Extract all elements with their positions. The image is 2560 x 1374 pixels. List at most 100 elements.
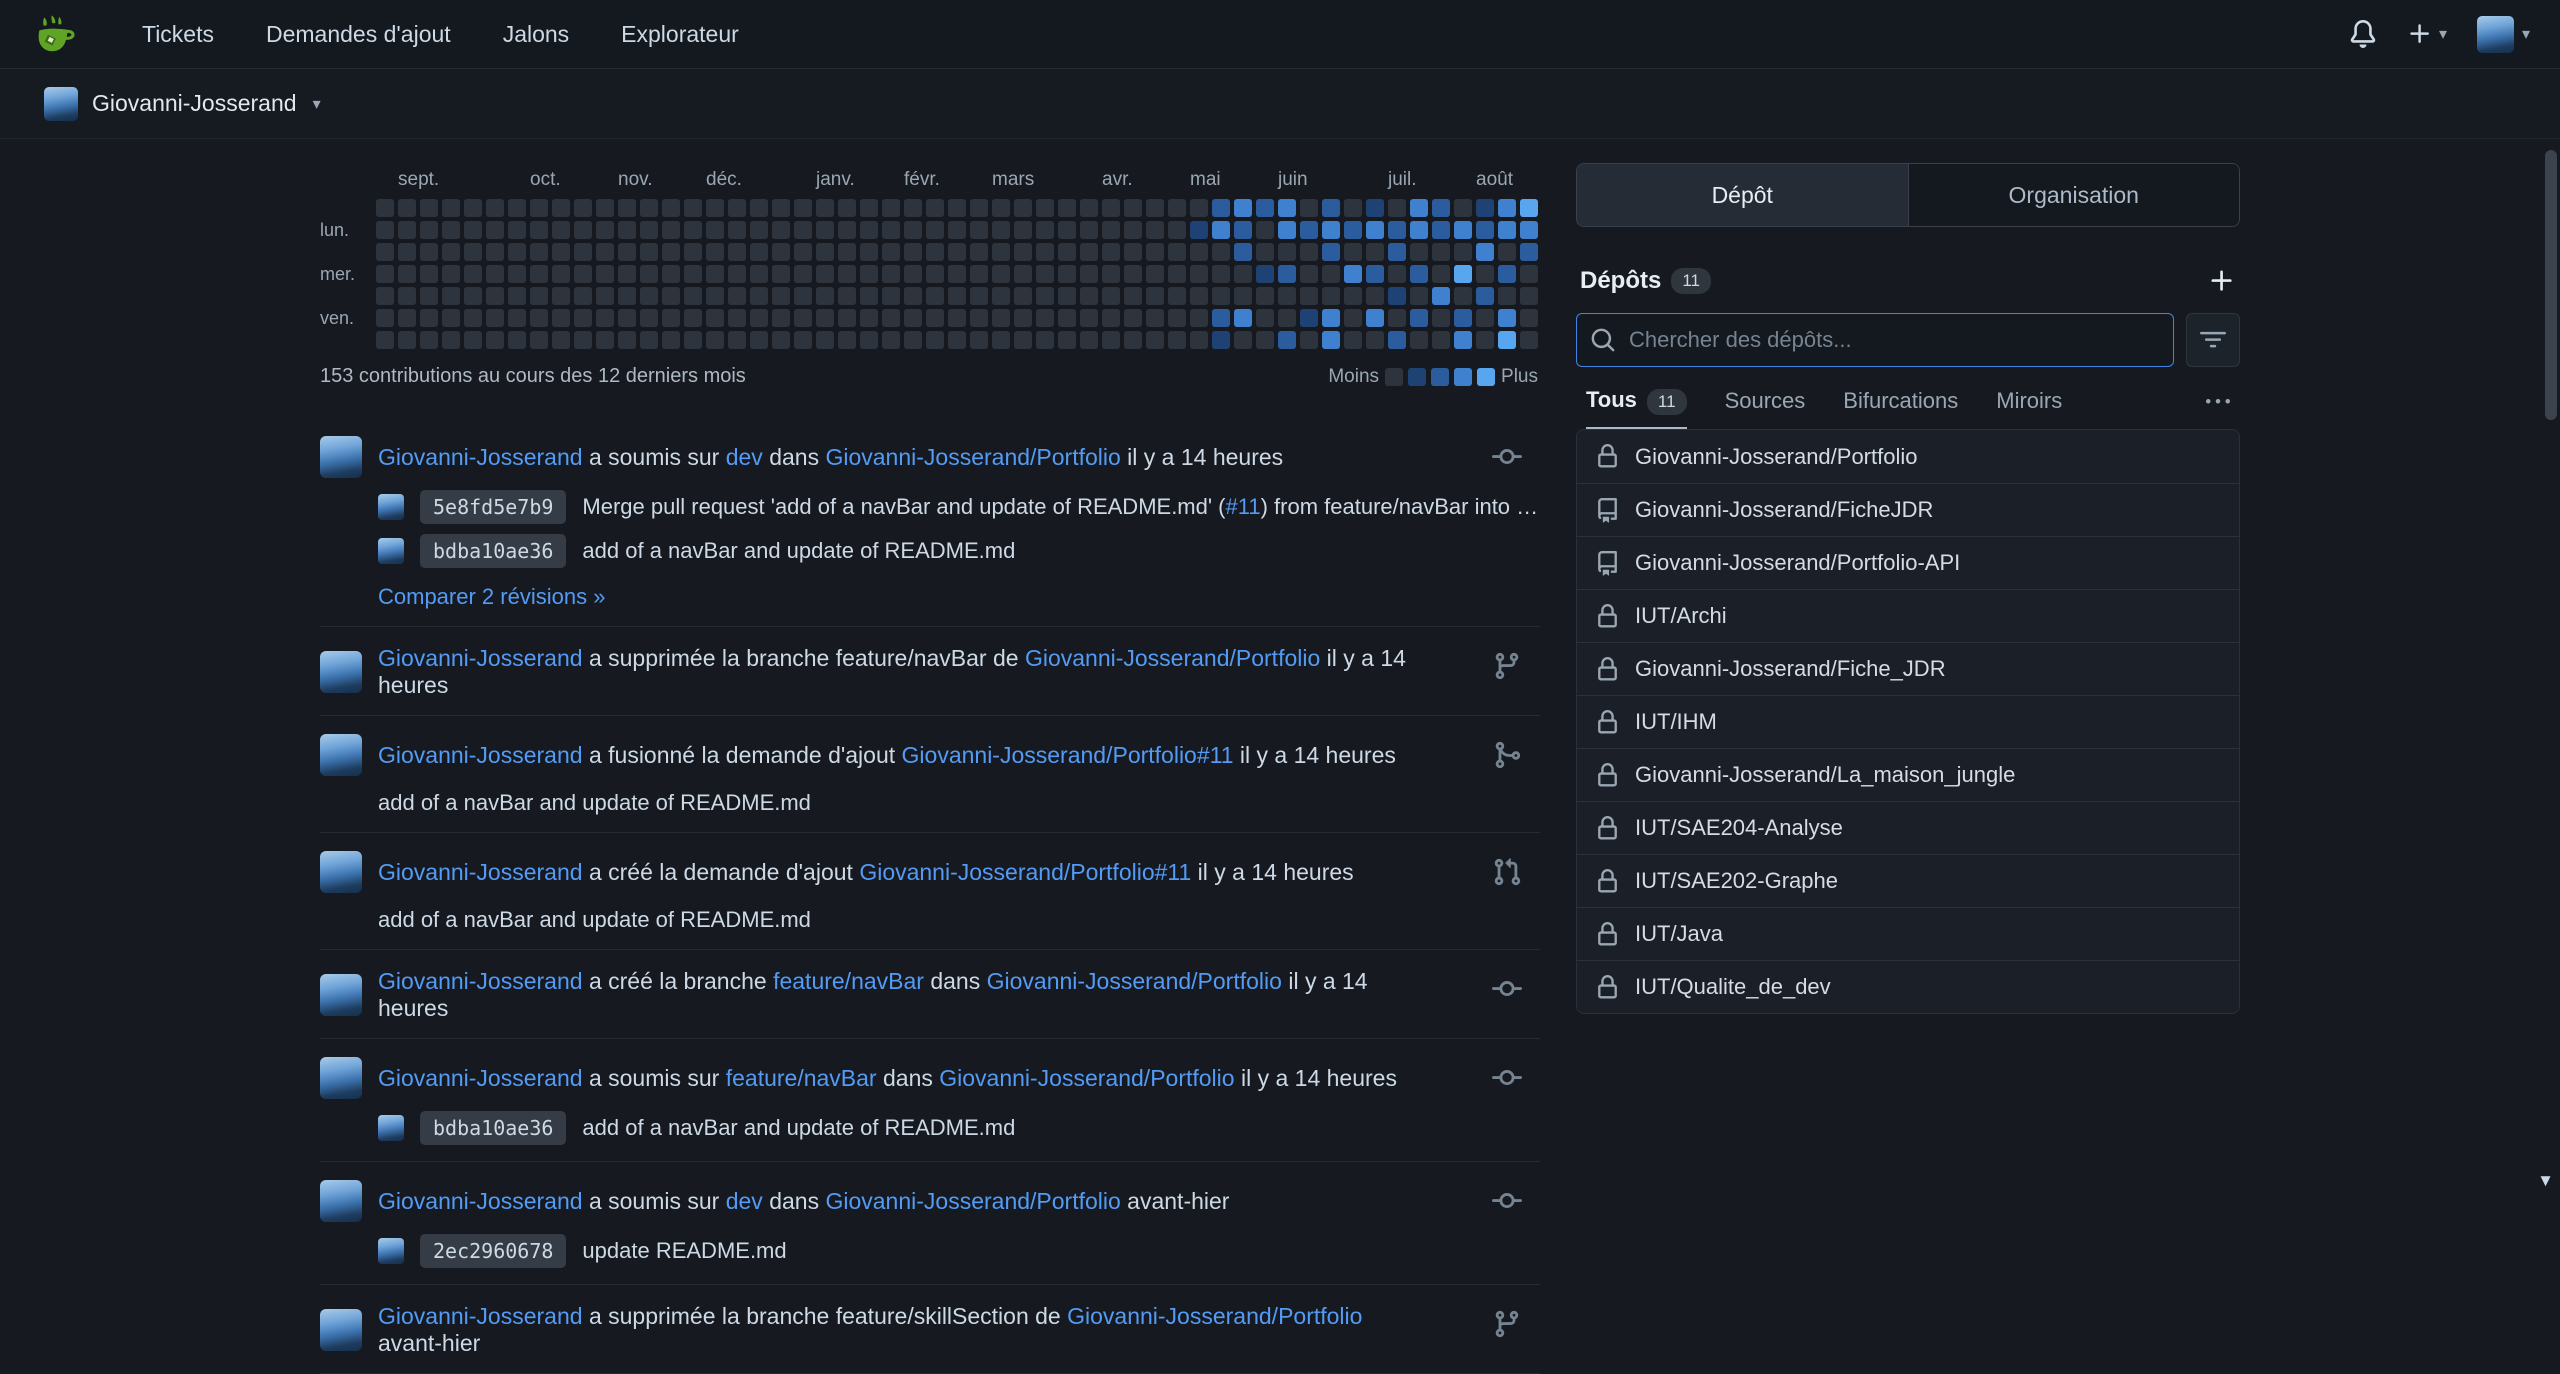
lock-icon [1595,975,1620,1000]
feed-link[interactable]: Giovanni-Josserand [378,645,583,671]
repo-icon [1595,551,1620,576]
heatmap-cell [1498,243,1516,261]
feed-link[interactable]: dev [726,1188,763,1214]
feed-link[interactable]: Giovanni-Josserand/Portfolio#11 [859,859,1191,885]
repo-filter-tab-miroirs[interactable]: Miroirs [1996,388,2062,428]
feed-link[interactable]: Giovanni-Josserand [378,742,583,768]
commit-hash-link[interactable]: 2ec2960678 [420,1234,566,1268]
heatmap-cell [1036,265,1054,283]
feed-link[interactable]: Giovanni-Josserand [378,1303,583,1329]
feed-link[interactable]: feature/navBar [773,968,924,994]
heatmap-cell [882,265,900,283]
nav-item-demandes-d-ajout[interactable]: Demandes d'ajout [244,11,473,58]
feed-item-header: Giovanni-Josserand a fusionné la demande… [320,734,1540,776]
repo-row[interactable]: Giovanni-Josserand/La_maison_jungle [1577,748,2239,801]
repo-search-row [1576,313,2240,367]
repo-row[interactable]: IUT/SAE202-Graphe [1577,854,2239,907]
heatmap-cell [1058,221,1076,239]
heatmap-cell [1146,309,1164,327]
heatmap-cell [1036,199,1054,217]
repo-filter-tab-sources[interactable]: Sources [1725,388,1806,428]
heatmap-cell [1036,221,1054,239]
repo-row[interactable]: Giovanni-Josserand/Fiche_JDR [1577,642,2239,695]
repo-filter-tab-bifurcations[interactable]: Bifurcations [1843,388,1958,428]
profile-username[interactable]: Giovanni-Josserand [92,90,297,117]
repo-list: Giovanni-Josserand/PortfolioGiovanni-Jos… [1576,429,2240,1014]
repo-row[interactable]: IUT/SAE204-Analyse [1577,801,2239,854]
feed-link[interactable]: Giovanni-Josserand/Portfolio [939,1065,1234,1091]
repo-row[interactable]: IUT/Archi [1577,589,2239,642]
commit-hash-link[interactable]: bdba10ae36 [420,1111,566,1145]
nav-item-explorateur[interactable]: Explorateur [599,11,761,58]
heatmap-cell [1344,199,1362,217]
feed-link[interactable]: Giovanni-Josserand/Portfolio#11 [902,742,1234,768]
notifications-bell-icon[interactable] [2349,20,2377,48]
feed-link[interactable]: Giovanni-Josserand/Portfolio [987,968,1282,994]
legend-square [1408,368,1426,386]
feed-link[interactable]: Giovanni-Josserand [378,444,583,470]
feed-link[interactable]: #11 [1226,494,1261,519]
repos-title: Dépôts [1580,267,1661,295]
compare-revisions-link[interactable]: Comparer 2 révisions » [378,584,605,610]
feed-link[interactable]: Giovanni-Josserand [378,1065,583,1091]
repo-row[interactable]: Giovanni-Josserand/Portfolio [1577,430,2239,483]
heatmap-cell [1432,309,1450,327]
commit-hash-link[interactable]: 5e8fd5e7b9 [420,490,566,524]
repo-filter-button[interactable] [2186,313,2240,367]
heatmap-week [1212,199,1230,349]
heatmap-cell [530,287,548,305]
heatmap-cell [618,331,636,349]
add-repo-button[interactable] [2208,267,2236,295]
heatmap-cell [552,265,570,283]
repo-row[interactable]: IUT/Qualite_de_dev [1577,960,2239,1013]
commit-hash-link[interactable]: bdba10ae36 [420,534,566,568]
feed-link[interactable]: Giovanni-Josserand [378,968,583,994]
feed-link[interactable]: Giovanni-Josserand/Portfolio [825,444,1120,470]
repo-row[interactable]: Giovanni-Josserand/FicheJDR [1577,483,2239,536]
heatmap-cell [1344,243,1362,261]
chevron-down-icon[interactable]: ▾ [313,94,321,114]
heatmap-cell [1498,221,1516,239]
repo-row[interactable]: IUT/Java [1577,907,2239,960]
repo-filter-tab-tous[interactable]: Tous11 [1586,387,1687,429]
create-new-button[interactable]: ▾ [2407,21,2447,47]
repo-row[interactable]: Giovanni-Josserand/Portfolio-API [1577,536,2239,589]
heatmap-cell [838,221,856,239]
tab-organisation[interactable]: Organisation [1908,164,2240,226]
feed-item: Giovanni-Josserand a créé la demande d'a… [320,833,1540,950]
repo-name: IUT/SAE204-Analyse [1635,815,1843,841]
heatmap-cell [1454,199,1472,217]
feed-header-text: Giovanni-Josserand a créé la branche fea… [378,968,1410,1022]
heatmap-cell [728,309,746,327]
heatmap-cell [662,199,680,217]
nav-item-tickets[interactable]: Tickets [120,11,236,58]
feed-link[interactable]: Giovanni-Josserand/Portfolio [1025,645,1320,671]
heatmap-cell [772,199,790,217]
feed-link[interactable]: dev [726,444,763,470]
heatmap-cell [1322,331,1340,349]
nav-item-jalons[interactable]: Jalons [481,11,591,58]
heatmap-week [1432,199,1450,349]
tab-dépôt[interactable]: Dépôt [1577,164,1908,226]
heatmap-cell [552,221,570,239]
repo-search-input[interactable] [1576,313,2174,367]
feed-header-text: Giovanni-Josserand a soumis sur dev dans… [378,1188,1229,1215]
feed-link[interactable]: feature/navBar [726,1065,877,1091]
heatmap-cell [508,221,526,239]
heatmap-cell [794,287,812,305]
heatmap-cell [904,287,922,305]
scrollbar-thumb[interactable] [2545,150,2557,420]
feed-header-text: Giovanni-Josserand a créé la demande d'a… [378,859,1354,886]
user-menu[interactable]: ▾ [2477,16,2530,53]
heatmap-cell [1476,221,1494,239]
heatmap-cell [1124,265,1142,283]
more-filters-icon[interactable] [2206,390,2230,426]
feed-link[interactable]: Giovanni-Josserand/Portfolio [825,1188,1120,1214]
feed-avatar [320,1057,362,1099]
heatmap-cell [706,309,724,327]
gitea-logo-icon[interactable] [30,11,76,57]
feed-link[interactable]: Giovanni-Josserand/Portfolio [1067,1303,1362,1329]
feed-link[interactable]: Giovanni-Josserand [378,859,583,885]
repo-row[interactable]: IUT/IHM [1577,695,2239,748]
feed-link[interactable]: Giovanni-Josserand [378,1188,583,1214]
